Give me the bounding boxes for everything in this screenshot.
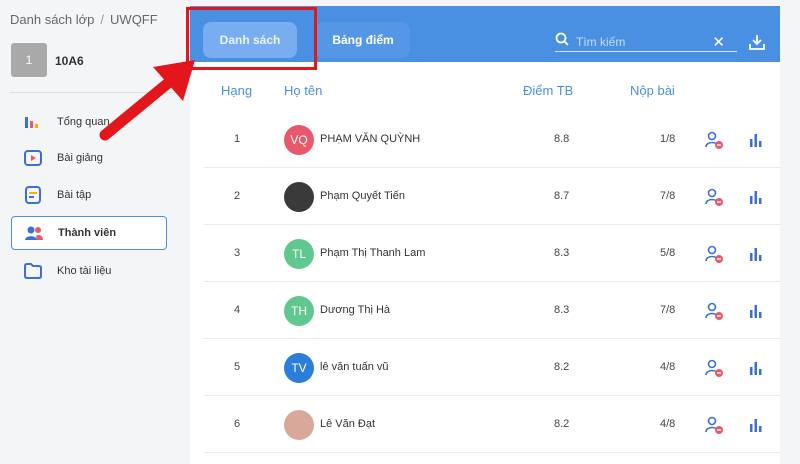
student-name: Phạm Thị Thanh Lam — [320, 247, 426, 259]
student-name: Phạm Quyết Tiến — [320, 190, 405, 202]
remove-member-icon[interactable] — [704, 244, 724, 264]
search-icon — [555, 32, 569, 51]
score-cell: 8.3 — [554, 304, 570, 316]
search-input[interactable]: Tìm kiếm — [576, 35, 712, 49]
table-row: 3 TL Phạm Thị Thanh Lam 8.3 5/8 — [204, 225, 780, 282]
column-header-rank: Hạng — [221, 83, 253, 98]
avatar: TL — [284, 239, 314, 269]
remove-member-icon[interactable] — [704, 415, 724, 435]
submitted-cell: 7/8 — [660, 190, 676, 202]
submitted-cell: 5/8 — [660, 247, 676, 259]
student-name: Dương Thị Hà — [320, 304, 391, 316]
table-row: 4 TH Dương Thị Hà 8.3 7/8 — [204, 282, 780, 339]
rank-cell: 6 — [234, 418, 241, 430]
breadcrumb-separator: / — [100, 12, 105, 27]
sidebar-item-assignments[interactable]: Bài tập — [11, 178, 167, 212]
rank-cell: 1 — [234, 133, 241, 145]
score-cell: 8.2 — [554, 361, 570, 373]
stats-icon[interactable] — [747, 302, 765, 320]
avatar: TV — [284, 353, 314, 383]
main-panel: Danh sách Bảng điểm Tìm kiếm ✕ Hạng Họ t… — [186, 6, 780, 464]
student-name: PHẠM VĂN QUỲNH — [320, 133, 421, 145]
lecture-icon — [23, 148, 43, 168]
clear-search-icon[interactable]: ✕ — [712, 33, 725, 51]
table-row: 2 Phạm Quyết Tiến 8.7 7/8 — [204, 168, 780, 225]
overview-icon — [23, 112, 43, 132]
avatar — [284, 182, 314, 212]
assignment-icon — [23, 185, 43, 205]
stats-icon[interactable] — [747, 131, 765, 149]
rank-cell: 2 — [234, 190, 241, 202]
sidebar-item-label: Bài giảng — [57, 152, 103, 164]
submitted-cell: 1/8 — [660, 133, 676, 145]
sidebar-item-label: Kho tài liệu — [57, 265, 112, 277]
table-row: 6 Lê Văn Đạt 8.2 4/8 — [204, 396, 780, 453]
student-name: Lê Văn Đạt — [320, 418, 376, 430]
remove-member-icon[interactable] — [704, 358, 724, 378]
search-bar: Tìm kiếm ✕ — [555, 32, 737, 52]
table-row: 1 VQ PHẠM VĂN QUỲNH 8.8 1/8 — [204, 111, 780, 168]
sidebar-item-documents[interactable]: Kho tài liệu — [11, 254, 167, 288]
submitted-cell: 4/8 — [660, 418, 676, 430]
remove-member-icon[interactable] — [704, 130, 724, 150]
sidebar-item-label: Thành viên — [58, 227, 117, 239]
column-header-submitted: Nộp bài — [630, 83, 675, 98]
remove-member-icon[interactable] — [704, 187, 724, 207]
avatar — [284, 410, 314, 440]
members-icon — [24, 223, 44, 243]
class-number-badge: 1 — [11, 43, 47, 77]
table-row: 5 TV lê văn tuấn vũ 8.2 4/8 — [204, 339, 780, 396]
sidebar-item-label: Bài tập — [57, 189, 92, 201]
score-cell: 8.7 — [554, 190, 570, 202]
submitted-cell: 4/8 — [660, 361, 676, 373]
remove-member-icon[interactable] — [704, 301, 724, 321]
sidebar-item-members[interactable]: Thành viên — [11, 216, 167, 250]
stats-icon[interactable] — [747, 416, 765, 434]
score-cell: 8.3 — [554, 247, 570, 259]
stats-icon[interactable] — [747, 359, 765, 377]
highlight-box — [186, 7, 317, 70]
sidebar-item-lectures[interactable]: Bài giảng — [11, 141, 167, 175]
class-name: 10A6 — [55, 54, 84, 68]
download-icon[interactable] — [746, 31, 768, 53]
avatar: VQ — [284, 125, 314, 155]
column-header-score: Điểm TB — [523, 83, 574, 98]
student-name: lê văn tuấn vũ — [320, 361, 389, 373]
breadcrumb-root-link[interactable]: Danh sách lớp — [10, 12, 94, 27]
avatar: TH — [284, 296, 314, 326]
score-cell: 8.8 — [554, 133, 570, 145]
submitted-cell: 7/8 — [660, 304, 676, 316]
breadcrumb: Danh sách lớp / UWQFF — [10, 12, 158, 27]
score-cell: 8.2 — [554, 418, 570, 430]
breadcrumb-class-code: UWQFF — [110, 12, 158, 27]
stats-icon[interactable] — [747, 245, 765, 263]
rank-cell: 3 — [234, 247, 241, 259]
stats-icon[interactable] — [747, 188, 765, 206]
tab-grades[interactable]: Bảng điểm — [316, 22, 410, 58]
folder-icon — [23, 261, 43, 281]
rank-cell: 5 — [234, 361, 241, 373]
annotation-arrow-icon — [99, 60, 195, 141]
rank-cell: 4 — [234, 304, 241, 316]
column-header-name: Họ tên — [284, 83, 323, 98]
